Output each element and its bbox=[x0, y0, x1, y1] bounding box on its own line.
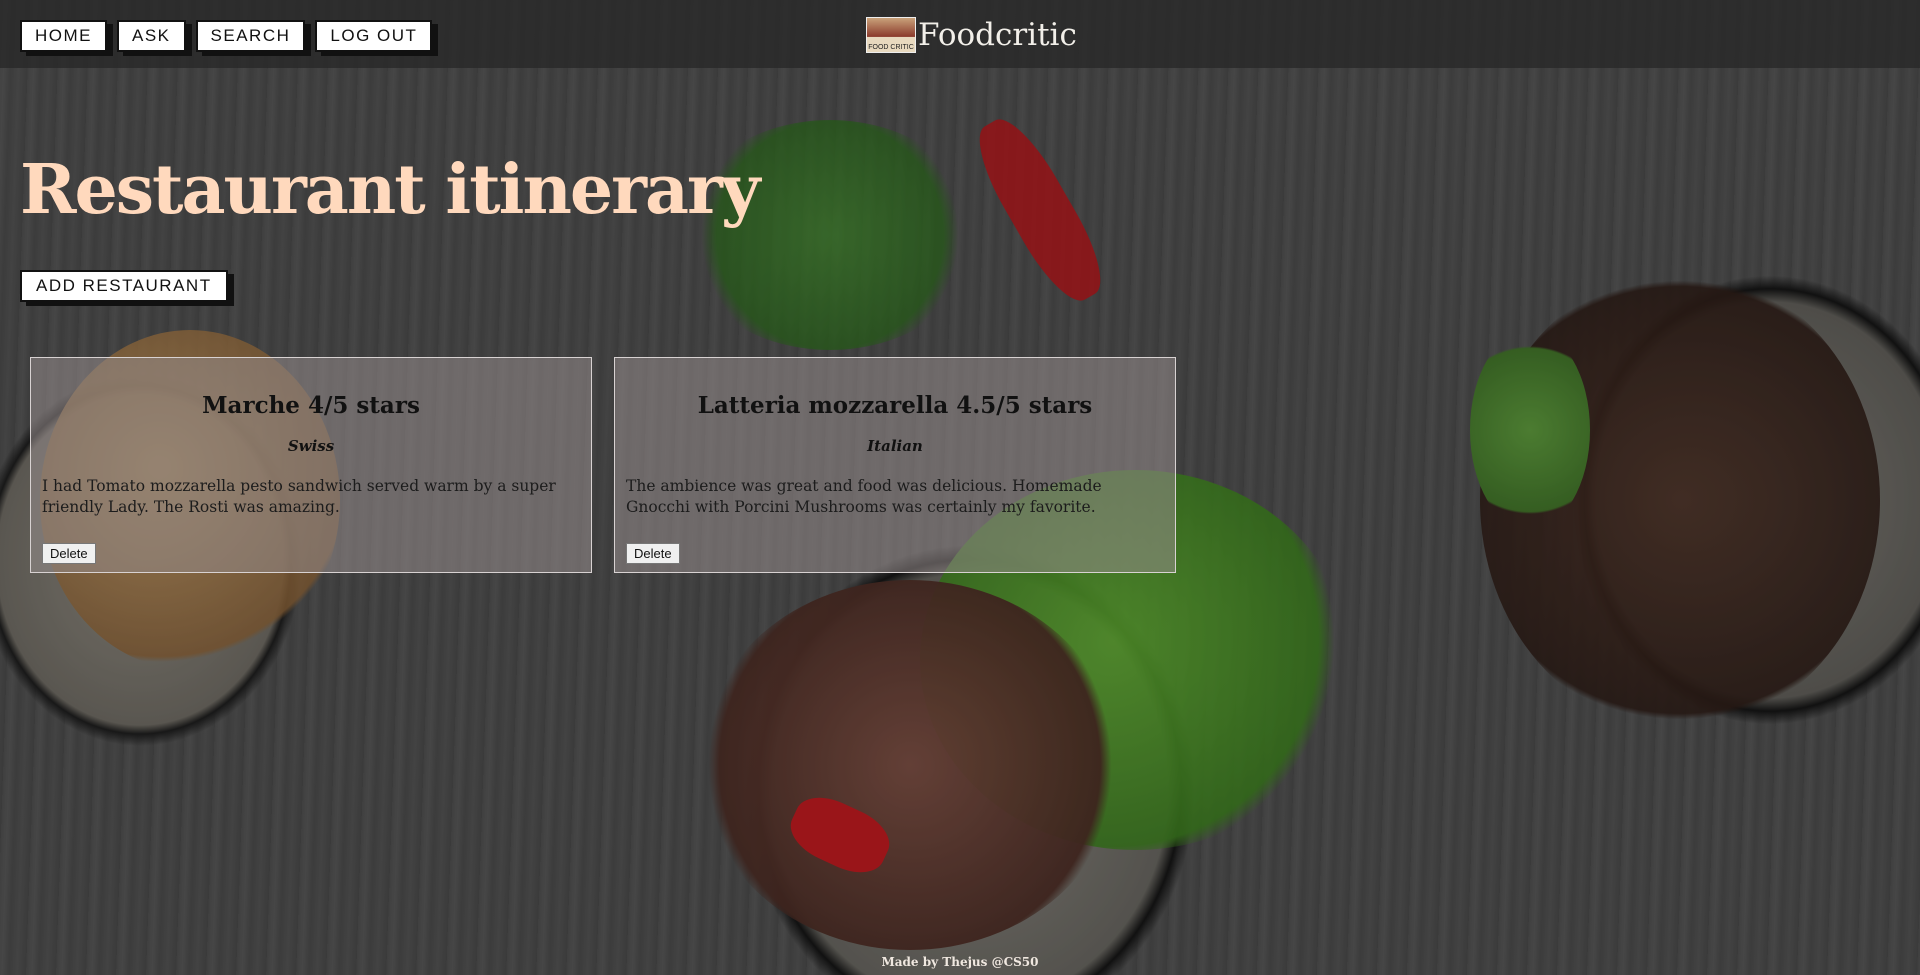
restaurant-heading: Latteria mozzarella 4.5/5 stars bbox=[697, 392, 1093, 419]
cuisine-label: Swiss bbox=[287, 437, 335, 455]
logout-button[interactable]: LOG OUT bbox=[315, 20, 433, 52]
review-text: I had Tomato mozzarella pesto sandwich s… bbox=[42, 477, 556, 516]
cuisine-label: Italian bbox=[867, 437, 923, 455]
delete-button[interactable]: Delete bbox=[42, 543, 96, 564]
brand-name: Foodcritic bbox=[918, 17, 1077, 53]
search-button[interactable]: SEARCH bbox=[195, 20, 306, 52]
top-navigation-bar: HOME ASK SEARCH LOG OUT FOOD CRITIC Food… bbox=[0, 0, 1920, 68]
delete-button[interactable]: Delete bbox=[626, 543, 680, 564]
home-button[interactable]: HOME bbox=[20, 20, 107, 52]
foodcritic-logo-icon: FOOD CRITIC bbox=[866, 17, 916, 53]
ask-button[interactable]: ASK bbox=[117, 20, 186, 52]
add-restaurant-button[interactable]: ADD RESTAURANT bbox=[20, 270, 228, 302]
restaurant-card: Marche 4/5 stars Swiss I had Tomato mozz… bbox=[30, 357, 592, 573]
footer-credit: Made by Thejus @CS50 bbox=[881, 955, 1039, 969]
restaurant-heading: Marche 4/5 stars bbox=[202, 392, 420, 419]
page-title: Restaurant itinerary bbox=[20, 150, 760, 230]
restaurant-card: Latteria mozzarella 4.5/5 stars Italian … bbox=[614, 357, 1176, 573]
main-nav: HOME ASK SEARCH LOG OUT bbox=[20, 20, 433, 52]
brand[interactable]: FOOD CRITIC Foodcritic bbox=[866, 17, 1077, 53]
review-text: The ambience was great and food was deli… bbox=[626, 477, 1102, 516]
